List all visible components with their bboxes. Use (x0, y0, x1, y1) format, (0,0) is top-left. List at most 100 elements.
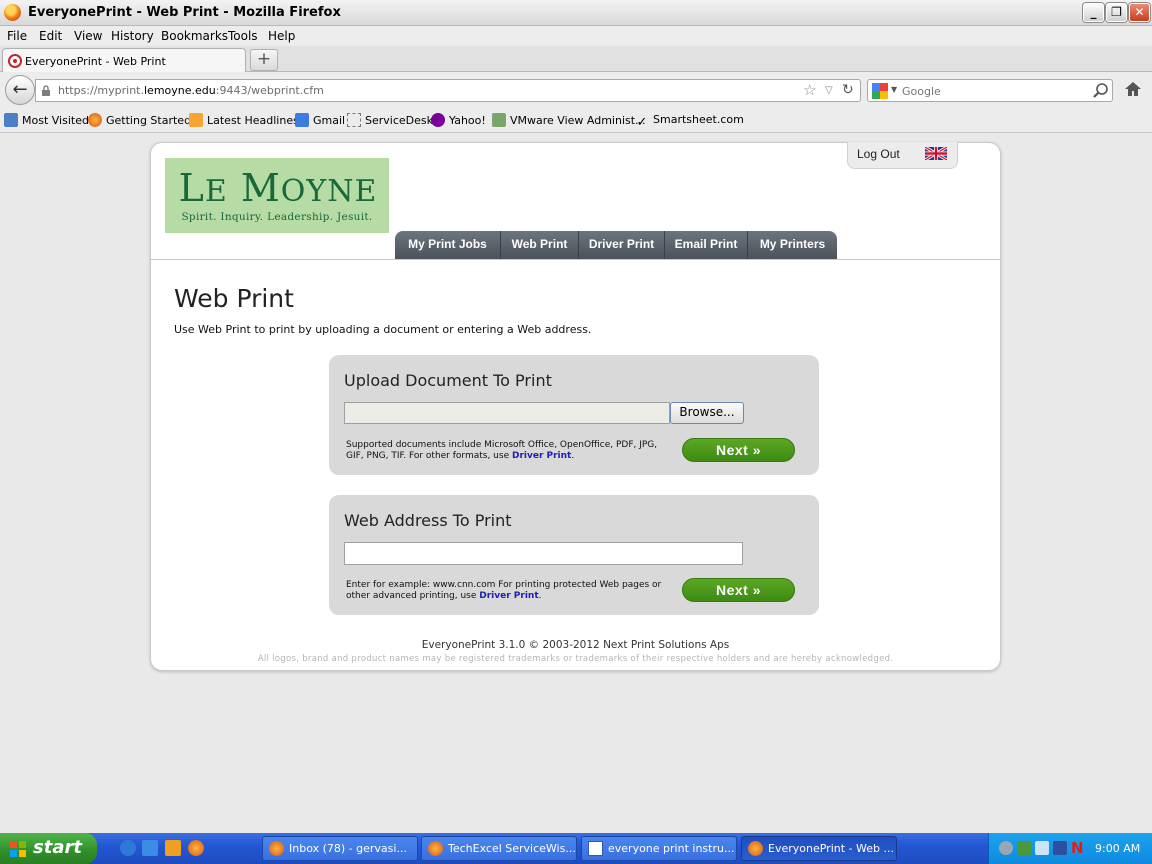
taskbar-item-techexcel[interactable]: TechExcel ServiceWis... (421, 836, 577, 861)
nav-email-print[interactable]: Email Print (665, 231, 748, 259)
tray-network-icon[interactable] (999, 841, 1013, 855)
nav-my-print-jobs[interactable]: My Print Jobs (395, 231, 501, 259)
internet-explorer-icon[interactable] (120, 840, 136, 856)
browse-button[interactable]: Browse... (670, 402, 744, 424)
firefox-icon (748, 841, 763, 856)
menu-bookmarks[interactable]: Bookmarks (161, 29, 228, 43)
start-button[interactable]: start (0, 833, 97, 864)
yahoo-icon (431, 113, 445, 127)
system-tray: N 9:00 AM (988, 833, 1152, 864)
nav-driver-print[interactable]: Driver Print (579, 231, 665, 259)
menu-file[interactable]: File (7, 29, 27, 43)
search-input[interactable] (902, 83, 1082, 99)
firefox-quicklaunch-icon[interactable] (188, 840, 204, 856)
tab-strip: EveryonePrint - Web Print + (0, 46, 1152, 73)
navigation-bar: ← https://myprint.lemoyne.edu:9443/webpr… (0, 72, 1152, 108)
search-engine-dropdown-icon[interactable]: ▼ (891, 85, 897, 94)
close-window-button[interactable]: ✕ (1129, 3, 1150, 22)
rss-feed-icon (189, 113, 203, 127)
bookmark-yahoo[interactable]: Yahoo! (431, 113, 486, 129)
firefox-icon (88, 113, 102, 127)
web-address-input[interactable] (344, 542, 743, 565)
maximize-button[interactable]: ❐ (1106, 3, 1127, 22)
nav-web-print[interactable]: Web Print (501, 231, 579, 259)
google-icon (295, 113, 309, 127)
page-title: Web Print (174, 284, 294, 313)
bookmark-smartsheet[interactable]: ✓ Smartsheet.com (635, 113, 744, 129)
nav-my-printers[interactable]: My Printers (748, 231, 837, 259)
menu-edit[interactable]: Edit (39, 29, 62, 43)
uk-flag-icon[interactable] (925, 147, 947, 160)
menu-history[interactable]: History (111, 29, 154, 43)
tab-everyoneprint[interactable]: EveryonePrint - Web Print (2, 48, 246, 73)
home-icon[interactable] (1123, 80, 1143, 98)
bookmark-latest-headlines[interactable]: Latest Headlines (189, 113, 299, 129)
menu-tools[interactable]: Tools (228, 29, 258, 43)
menu-bar: File Edit View History Bookmarks Tools H… (0, 26, 1152, 46)
web-next-button[interactable]: Next » (682, 578, 795, 602)
footer-copyright: EveryonePrint 3.1.0 © 2003-2012 Next Pri… (421, 639, 730, 651)
web-note: Enter for example: www.cnn.com For print… (346, 580, 662, 601)
outlook-icon[interactable] (165, 840, 181, 856)
tab-label: EveryonePrint - Web Print (25, 55, 166, 68)
taskbar-item-inbox[interactable]: Inbox (78) - gervasi... (262, 836, 418, 861)
ie-quicklaunch-icon[interactable] (142, 840, 158, 856)
start-label: start (33, 837, 82, 858)
search-icon[interactable] (1092, 82, 1110, 100)
menu-view[interactable]: View (74, 29, 102, 43)
bookmark-most-visited[interactable]: Most Visited (4, 113, 89, 129)
address-url: https://myprint.lemoyne.edu:9443/webprin… (58, 84, 324, 97)
bookmark-vmware-view[interactable]: VMware View Administ... (492, 113, 646, 129)
logout-link[interactable]: Log Out (857, 147, 900, 161)
upload-panel-title: Upload Document To Print (344, 371, 552, 390)
minimize-button[interactable]: _ (1083, 3, 1104, 22)
google-icon (872, 83, 888, 99)
bookmark-gmail[interactable]: Gmail (295, 113, 345, 129)
window-title-bar: EveryonePrint - Web Print - Mozilla Fire… (0, 0, 1152, 26)
clock[interactable]: 9:00 AM (1095, 842, 1140, 855)
bookmark-star-icon[interactable]: ☆ (803, 81, 816, 99)
history-dropdown-icon[interactable]: ▽ (825, 85, 833, 96)
tray-display-icon[interactable] (1035, 841, 1049, 855)
window-title: EveryonePrint - Web Print - Mozilla Fire… (28, 5, 341, 20)
word-icon (588, 841, 603, 856)
logout-box: Log Out (847, 142, 958, 169)
checkmark-icon: ✓ (636, 115, 648, 130)
lock-icon (42, 85, 50, 96)
tray-security-icon[interactable] (1017, 841, 1031, 855)
bookmark-servicedesk[interactable]: ServiceDesk (347, 113, 433, 129)
content-card: LE MOYNE Spirit. Inquiry. Leadership. Je… (150, 142, 1001, 671)
tray-n-icon[interactable]: N (1071, 841, 1085, 856)
back-button[interactable]: ← (5, 75, 35, 105)
firefox-icon (428, 841, 443, 856)
menu-help[interactable]: Help (268, 29, 295, 43)
footer-legal: All logos, brand and product names may b… (257, 654, 894, 664)
vmware-icon (492, 113, 506, 127)
web-panel-title: Web Address To Print (344, 511, 512, 530)
page-viewport: LE MOYNE Spirit. Inquiry. Leadership. Je… (0, 134, 1152, 831)
upload-document-panel: Upload Document To Print Browse... Suppo… (329, 355, 819, 475)
site-navigation: My Print Jobs Web Print Driver Print Ema… (395, 231, 837, 259)
address-bar[interactable]: https://myprint.lemoyne.edu:9443/webprin… (35, 79, 861, 102)
windows-logo-icon (10, 841, 26, 857)
logo-wordmark: LE MOYNE (178, 166, 378, 210)
driver-print-link[interactable]: Driver Print (512, 451, 571, 461)
windows-taskbar: start Inbox (78) - gervasi... TechExcel … (0, 833, 1152, 864)
le-moyne-logo[interactable]: LE MOYNE Spirit. Inquiry. Leadership. Je… (165, 158, 389, 233)
driver-print-link[interactable]: Driver Print (479, 591, 538, 601)
web-address-panel: Web Address To Print Enter for example: … (329, 495, 819, 615)
new-tab-button[interactable]: + (250, 49, 278, 71)
firefox-icon (269, 841, 284, 856)
taskbar-item-everyoneprint[interactable]: EveryonePrint - Web ... (741, 836, 897, 861)
folder-icon (4, 113, 18, 127)
header-divider (151, 259, 1000, 260)
everyoneprint-favicon-icon (8, 54, 22, 68)
bookmark-getting-started[interactable]: Getting Started (88, 113, 191, 129)
reload-icon[interactable]: ↻ (842, 82, 854, 98)
file-path-field[interactable] (344, 402, 670, 424)
search-bar[interactable]: ▼ (867, 79, 1113, 102)
tray-app-icon[interactable] (1053, 841, 1067, 855)
taskbar-item-word-doc[interactable]: everyone print instru... (581, 836, 737, 861)
firefox-icon (4, 4, 21, 21)
upload-next-button[interactable]: Next » (682, 438, 795, 462)
